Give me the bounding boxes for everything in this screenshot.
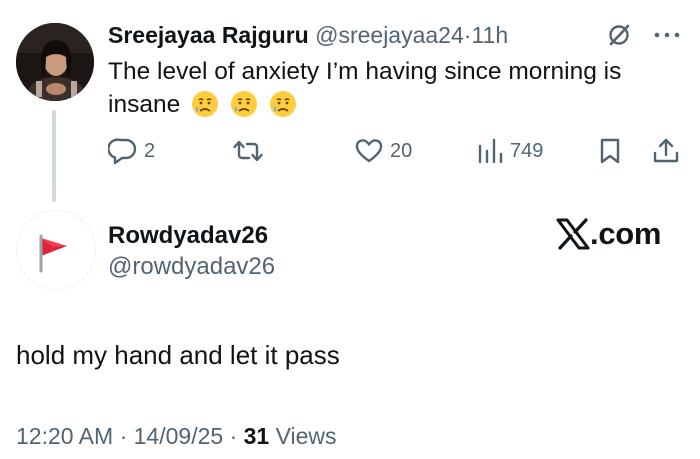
red-flag-icon xyxy=(39,234,67,273)
like-count: 20 xyxy=(390,139,413,162)
tweet-time[interactable]: 12:20 AM xyxy=(16,423,113,449)
share-icon xyxy=(653,138,679,163)
x-logo-icon xyxy=(556,218,590,250)
views-button[interactable]: 749 xyxy=(476,137,543,165)
reply-tweet-text: hold my hand and let it pass xyxy=(16,340,340,370)
more-options-icon[interactable] xyxy=(652,25,682,45)
bookmark-icon xyxy=(600,138,620,164)
thread-connector-line xyxy=(52,110,56,202)
brand-domain: .com xyxy=(590,216,662,251)
separator-dot: · xyxy=(229,423,238,449)
reply-button[interactable]: 2 xyxy=(108,137,155,165)
tweet-header: Sreejayaa Rajguru @sreejayaa24·11h xyxy=(108,21,508,49)
bookmark-button[interactable] xyxy=(598,137,622,165)
heart-icon xyxy=(355,139,383,163)
reply-display-name[interactable]: Rowdyadav26 xyxy=(108,221,268,251)
profile-photo xyxy=(16,23,94,101)
reply-user-handle[interactable]: @rowdyadav26 xyxy=(108,252,275,282)
tweet-body: The level of anxiety I’m having since mo… xyxy=(108,58,622,118)
like-button[interactable]: 20 xyxy=(354,137,412,165)
repost-button[interactable] xyxy=(232,137,264,165)
reply-icon xyxy=(108,138,137,165)
views-count: 31 xyxy=(243,423,270,449)
sad-relieved-emoji-icon xyxy=(230,91,257,117)
tweet-meta: 12:20 AM · 14/09/25 · 31 Views xyxy=(16,421,337,451)
x-com-brand: .com xyxy=(556,216,661,252)
display-name[interactable]: Sreejayaa Rajguru xyxy=(108,22,309,48)
separator-dot: · xyxy=(119,423,128,449)
tweet-date[interactable]: 14/09/25 xyxy=(134,423,224,449)
repost-icon xyxy=(233,140,263,162)
avatar-rowdyadav[interactable] xyxy=(16,210,96,290)
reply-count: 2 xyxy=(144,139,156,162)
analytics-icon xyxy=(478,138,503,164)
tweet-text: The level of anxiety I’m having since mo… xyxy=(108,55,688,121)
timestamp[interactable]: 11h xyxy=(471,22,508,48)
views-label: Views xyxy=(275,423,337,449)
view-count: 749 xyxy=(510,139,544,162)
sad-relieved-emoji-icon xyxy=(269,91,296,117)
avatar-sreejayaa[interactable] xyxy=(16,23,94,101)
grok-icon[interactable] xyxy=(606,22,632,48)
user-handle[interactable]: @sreejayaa24 xyxy=(315,22,464,48)
sad-relieved-emoji-icon xyxy=(192,91,219,117)
share-button[interactable] xyxy=(652,137,680,165)
